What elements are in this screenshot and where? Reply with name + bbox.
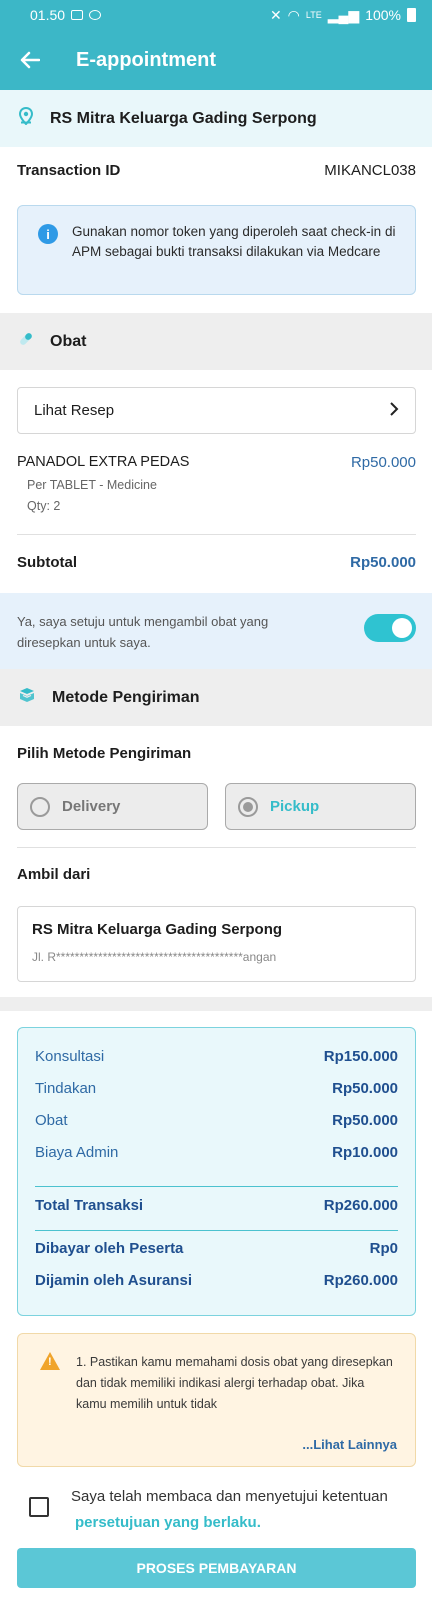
divider [17,847,416,848]
medicine-price: Rp50.000 [350,454,416,471]
summary-divider [35,1230,398,1231]
shipping-section-header: Metode Pengiriman [0,669,432,726]
pill-icon [18,331,34,352]
location-pin-icon [18,106,34,130]
wifi-icon: ◠ [287,6,300,23]
obat-section-header: Obat [0,313,432,370]
paid-value: Rp0 [369,1240,398,1257]
choose-method-label: Pilih Metode Pengiriman [17,745,192,762]
delivery-label: Delivery [62,798,121,815]
hospital-name: RS Mitra Keluarga Gading Serpong [50,109,317,127]
agreement-checkbox[interactable] [29,1497,49,1517]
status-time: 01.50 [30,7,66,23]
summary-value: Rp50.000 [332,1112,398,1129]
summary-value: Rp10.000 [332,1144,398,1161]
consent-text: Ya, saya setuju untuk mengambil obat yan… [17,614,269,650]
summary-value: Rp150.000 [323,1048,398,1065]
toggle-knob [392,618,412,638]
summary-value: Rp50.000 [332,1080,398,1097]
transaction-value: MIKANCL038 [324,162,416,179]
summary-label: Biaya Admin [35,1144,119,1161]
total-label: Total Transaksi [35,1197,144,1214]
pickup-location-address: Jl. R***********************************… [32,950,277,964]
lihat-resep-button[interactable]: Lihat Resep [17,387,416,434]
medicine-unit: Per TABLET - Medicine [27,478,157,492]
battery-icon [407,8,416,22]
pickup-from-label: Ambil dari [17,866,91,883]
total-value: Rp260.000 [323,1197,398,1214]
subtotal-row: Subtotal Rp50.000 [17,554,416,571]
image-icon [71,10,84,20]
radio-unselected-icon [30,796,50,817]
status-bar: 01.50 ✕ ◠ LTE ▂▄▆ 100% [0,0,432,30]
agreement-label: Saya telah membaca dan menyetujui ketent… [71,1488,388,1505]
see-more-link[interactable]: ...Lihat Lainnya [302,1437,397,1452]
pickup-label: Pickup [270,798,320,815]
summary-divider [35,1186,398,1187]
paid-row: Dibayar oleh Peserta Rp0 [35,1240,398,1257]
subtotal-label: Subtotal [17,554,77,571]
summary-row: Biaya Admin Rp10.000 [35,1144,398,1161]
total-row: Total Transaksi Rp260.000 [35,1197,398,1214]
warning-text: 1. Pastikan kamu memahami dosis obat yan… [76,1355,393,1411]
back-arrow-icon[interactable] [18,48,42,72]
section-gap [0,997,432,1011]
payment-summary: Konsultasi Rp150.000 Tindakan Rp50.000 O… [17,1027,416,1316]
summary-row: Obat Rp50.000 [35,1112,398,1129]
chevron-right-icon [389,401,399,420]
info-icon: i [38,224,58,244]
process-payment-button[interactable]: PROSES PEMBAYARAN [17,1548,416,1588]
app-bar: E-appointment [0,30,432,90]
signal-icon: ▂▄▆ [327,6,360,23]
divider [17,534,416,535]
medicine-qty: Qty: 2 [27,499,61,513]
medicine-name: PANADOL EXTRA PEDAS [17,454,190,470]
mute-icon: ✕ [269,6,282,23]
pickup-option[interactable]: Pickup [225,783,416,830]
hospital-header: RS Mitra Keluarga Gading Serpong [0,90,432,147]
info-notice: i Gunakan nomor token yang diperoleh saa… [17,205,416,295]
shipping-section-title: Metode Pengiriman [52,688,200,706]
agreement-link[interactable]: persetujuan yang berlaku. [75,1514,261,1531]
insured-value: Rp260.000 [323,1272,398,1289]
transaction-row: Transaction ID MIKANCL038 [17,162,416,179]
summary-label: Tindakan [35,1080,97,1097]
pickup-location-name: RS Mitra Keluarga Gading Serpong [32,921,283,938]
lihat-resep-label: Lihat Resep [34,402,115,419]
transaction-label: Transaction ID [17,162,121,179]
info-text: Gunakan nomor token yang diperoleh saat … [72,224,396,259]
insured-label: Dijamin oleh Asuransi [35,1272,192,1289]
summary-label: Obat [35,1112,68,1129]
agreement-text: Saya telah membaca dan menyetujui ketent… [71,1484,416,1536]
subtotal-value: Rp50.000 [350,554,416,571]
insured-row: Dijamin oleh Asuransi Rp260.000 [35,1272,398,1289]
summary-row: Konsultasi Rp150.000 [35,1048,398,1065]
pickup-location-card: RS Mitra Keluarga Gading Serpong Jl. R**… [17,906,416,982]
warning-notice: 1. Pastikan kamu memahami dosis obat yan… [17,1333,416,1467]
summary-label: Konsultasi [35,1048,105,1065]
box-icon [18,687,36,708]
battery-level: 100% [365,7,401,23]
radio-selected-icon [238,796,258,817]
network-label: LTE [305,10,322,20]
page-title: E-appointment [76,48,216,71]
consent-toggle[interactable] [364,614,416,642]
delivery-option[interactable]: Delivery [17,783,208,830]
paid-label: Dibayar oleh Peserta [35,1240,184,1257]
sync-icon [89,10,102,20]
obat-section-title: Obat [50,332,87,350]
medicine-item: PANADOL EXTRA PEDAS Rp50.000 Per TABLET … [17,454,416,517]
warning-icon [40,1352,60,1370]
summary-row: Tindakan Rp50.000 [35,1080,398,1097]
